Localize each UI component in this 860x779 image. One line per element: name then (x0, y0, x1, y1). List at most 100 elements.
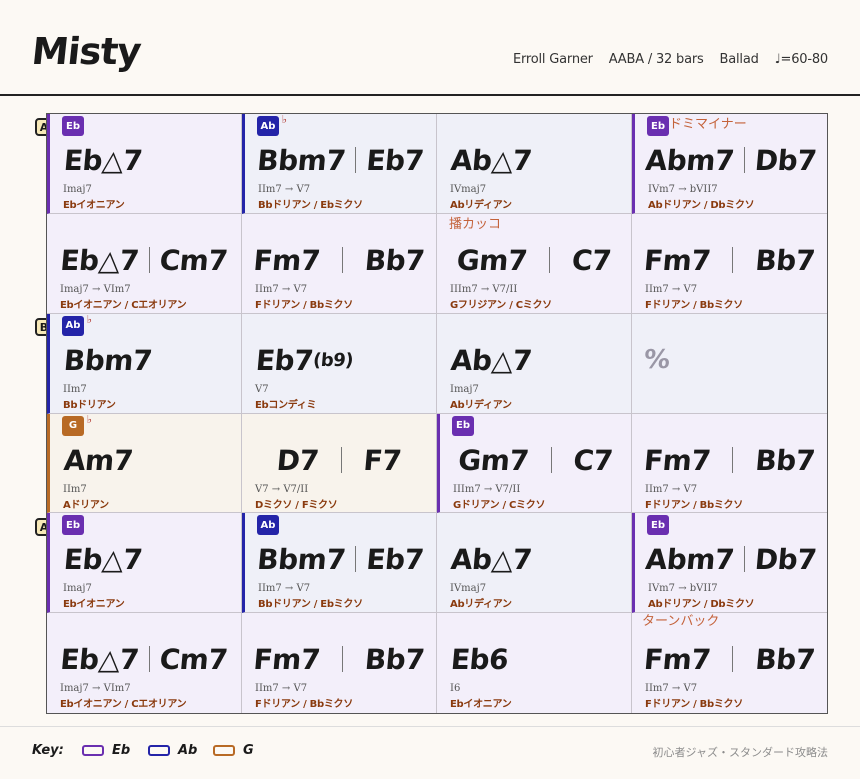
chord-grid: Eb Eb△7 Imaj7 Ebイオニアン Ab ♭ Bbm7 Eb7 IIm7 → V7 Bbド… (46, 113, 828, 714)
chord-name: C7 (572, 443, 615, 476)
scale-name: Fドリアン / Bbミクソ (255, 299, 353, 311)
flat-mark: ♭ (86, 412, 92, 426)
scale-name: Ebイオニアン (63, 200, 125, 211)
chord-separator (355, 546, 357, 573)
roman-numeral: IIm7 → V7 (255, 683, 308, 695)
key-badge: G ♭ (62, 413, 92, 436)
chord-separator (341, 246, 343, 273)
scale-name: Bbドリアン (63, 399, 116, 411)
chord-separator (732, 246, 734, 273)
footer: Key: Eb Ab G 初心者ジャズ・スタンダード攻略法 (0, 726, 860, 779)
measure-cell: Ab ♭ Bbm7 Eb7 IIm7 → V7 Bbドリアン / Ebミクソ (242, 113, 437, 214)
chord-name: Abm7 (644, 143, 736, 177)
measure-cell: 播カッコ Gm7 C7 IIIm7 → V7/II Gフリジアン / Cミクソ (437, 213, 632, 314)
form: AABA / 32 bars (608, 52, 704, 67)
measure-cell: Fm7 Bb7 IIm7 → V7 Fドリアン / Bbミクソ (242, 213, 437, 314)
measure-cell: Fm7 Bb7 IIm7 → V7 Fドリアン / Bbミクソ (242, 613, 437, 713)
measure-cell: Eb△7 Cm7 Imaj7 → VIm7 Ebイオニアン / Cエオリアン (47, 613, 242, 713)
roman-numeral: IIm7 → V7 (258, 583, 311, 595)
chord-symbols: Abm7 Db7 (633, 140, 828, 180)
measure-cell: Eb Eb△7 Imaj7 Ebイオニアン (47, 513, 242, 614)
scale-name: Ebイオニアン (450, 699, 512, 711)
roman-numeral: IIm7 (63, 483, 87, 495)
scale-name: Aドリアン (63, 499, 109, 511)
chord-name: Ab△7 (449, 343, 534, 377)
chord-symbols: Bbm7 Eb7 (243, 539, 437, 579)
roman-numeral: IIm7 (63, 383, 87, 395)
chord-name: Eb7 (364, 143, 426, 177)
measure-cell: Eb Eb△7 Imaj7 Ebイオニアン (47, 114, 242, 214)
annotation-note: ドミマイナー (669, 117, 747, 132)
scale-name: Fドリアン / Bbミクソ (645, 699, 743, 711)
measure-cell: Fm7 Bb7 IIm7 → V7 Fドリアン / Bbミクソ (632, 413, 827, 514)
chord-symbols: Eb7 (b9) (240, 340, 437, 380)
roman-numeral: Imaj7 → VIm7 (60, 283, 131, 295)
measure-cell: Eb7 (b9) V7 Ebコンディミ (240, 313, 437, 414)
chord-separator (732, 446, 734, 473)
roman-numeral: IVmaj7 (450, 583, 487, 595)
scale-name: Ebイオニアン / Cエオリアン (60, 699, 187, 711)
roman-numeral: IIm7 → V7 (645, 283, 698, 295)
legend-item-g: G (213, 743, 254, 758)
chord-name: Bb7 (363, 243, 426, 277)
legend-swatch (82, 745, 104, 756)
chord-separator (340, 446, 342, 473)
scale-name: Bbドリアン / Ebミクソ (258, 599, 363, 611)
chord-symbols: Bbm7 (48, 340, 242, 380)
measure-cell: Eb Abm7 Db7 IVm7 → bVII7 Abドリアン / Dbミクソ (632, 513, 827, 614)
chord-name: Fm7 (252, 642, 322, 676)
chord-name: F7 (362, 443, 403, 476)
scale-name: Bbドリアン / Ebミクソ (258, 200, 363, 211)
key-badge-label: Ab (260, 120, 276, 132)
legend-swatch (213, 745, 235, 756)
chord-symbols: D7 F7 (240, 440, 437, 480)
chord-symbols: Bbm7 Eb7 (243, 140, 437, 180)
style: Ballad (719, 52, 759, 67)
roman-numeral: IIm7 → V7 (645, 483, 698, 495)
chord-separator (744, 546, 746, 573)
chord-separator (148, 646, 150, 673)
chord-name: Bb7 (754, 243, 817, 277)
chord-separator (549, 246, 551, 273)
chord-symbols: Fm7 Bb7 (630, 639, 828, 679)
chord-separator (355, 147, 357, 173)
scale-name: Abリディアン (450, 399, 512, 411)
legend-label: Ab (178, 743, 198, 758)
chord-name: Eb7 (254, 343, 315, 377)
chord-name: Eb△7 (62, 542, 144, 576)
roman-numeral: IVm7 → bVII7 (648, 184, 718, 195)
legend-swatch (148, 745, 170, 756)
roman-numeral: IIm7 → V7 (258, 184, 311, 195)
measure-cell: Fm7 Bb7 IIm7 → V7 Fドリアン / Bbミクソ (632, 213, 827, 314)
scale-name: Gドリアン / Cミクソ (453, 499, 546, 511)
repeat-symbol: % (642, 344, 671, 375)
measure-cell: D7 F7 V7 → V7/II Dミクソ / Fミクソ (240, 413, 437, 514)
composer: Erroll Garner (512, 52, 593, 67)
key-badge: Ab (257, 515, 279, 536)
key-badge: Eb (647, 116, 669, 136)
scale-name: Ebコンディミ (255, 399, 317, 411)
chord-name: Eb7 (364, 542, 426, 576)
chord-separator (744, 147, 746, 173)
measure-cell: Ab△7 IVmaj7 Abリディアン (437, 114, 632, 214)
tempo: ♩=60-80 (774, 52, 829, 67)
header: Misty Erroll Garner AABA / 32 bars Balla… (0, 0, 860, 96)
chord-name: Db7 (753, 542, 818, 576)
key-badge-label: Eb (66, 120, 80, 132)
key-badge-label: Eb (456, 420, 470, 431)
key-badge: Eb (62, 116, 84, 136)
annotation-note: ターンバック (642, 614, 720, 630)
measure-cell: ターンバック Fm7 Bb7 IIm7 → V7 Fドリアン / Bbミクソ (632, 613, 827, 713)
chord-symbols: Gm7 C7 (438, 440, 632, 480)
chord-separator (550, 446, 552, 473)
roman-numeral: Imaj7 (450, 383, 479, 395)
chord-name: Cm7 (158, 243, 229, 277)
chord-extension: (b9) (312, 349, 354, 371)
roman-numeral: IVmaj7 (450, 184, 487, 195)
measure-cell: Ab△7 Imaj7 Abリディアン (437, 313, 632, 414)
legend-item-eb: Eb (82, 743, 130, 758)
chord-symbols: Eb△7 (48, 140, 242, 180)
chord-name: Cm7 (158, 642, 229, 676)
key-badge-label: Eb (66, 519, 80, 531)
measure-cell: Ab Bbm7 Eb7 IIm7 → V7 Bbドリアン / Ebミクソ (242, 513, 437, 614)
